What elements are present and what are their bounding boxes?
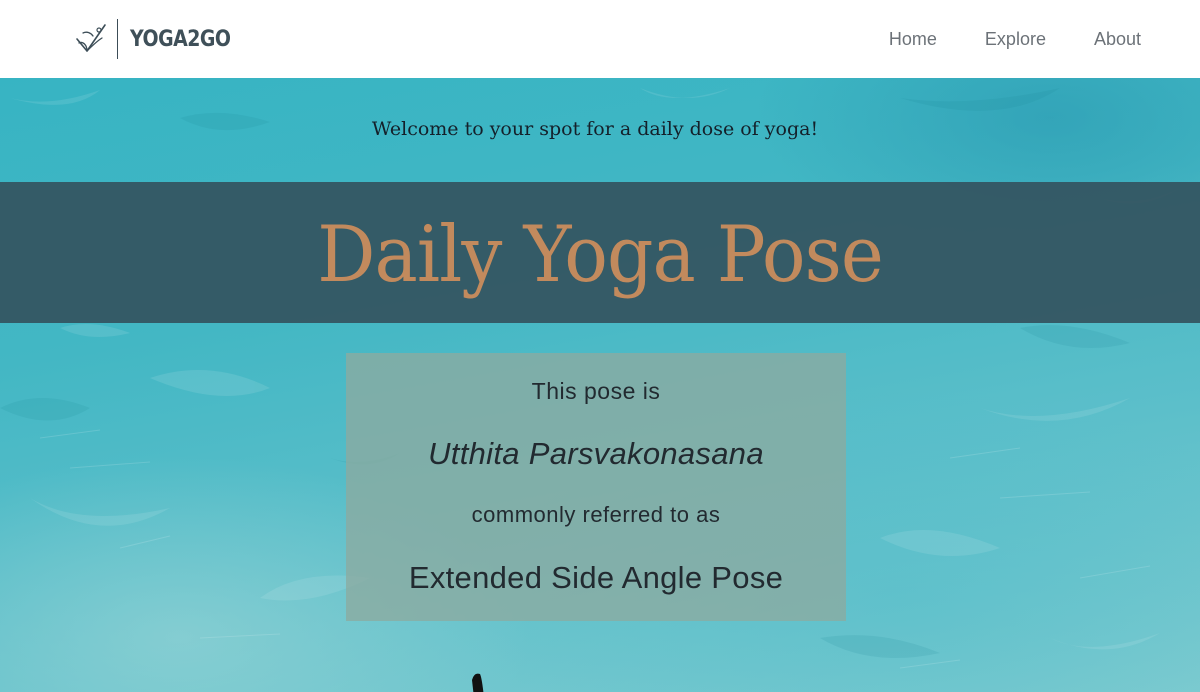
- brand-home-link[interactable]: YOGA2GO: [75, 19, 247, 59]
- nav-link-home[interactable]: Home: [889, 29, 937, 50]
- welcome-message: Welcome to your spot for a daily dose of…: [371, 118, 819, 140]
- pose-english-name: Extended Side Angle Pose: [408, 560, 784, 595]
- pose-sanskrit-name: Utthita Parsvakonasana: [428, 436, 764, 471]
- page-title: Daily Yoga Pose: [317, 209, 884, 300]
- yoga-checkmark-logo-icon: [76, 24, 106, 52]
- pose-common-intro-text: commonly referred to as: [471, 502, 721, 527]
- pose-silhouette-icon: [472, 673, 484, 692]
- hero-section: Welcome to your spot for a daily dose of…: [0, 78, 1200, 692]
- pose-intro-text: This pose is: [531, 378, 661, 404]
- brand-name: YOGA2GO: [130, 26, 231, 52]
- nav-link-explore[interactable]: Explore: [985, 29, 1046, 50]
- brand-divider: [117, 19, 118, 59]
- title-band: Daily Yoga Pose: [0, 182, 1200, 323]
- pose-info-card: This pose is Utthita Parsvakonasana comm…: [346, 353, 846, 621]
- top-navbar: YOGA2GO Home Explore About: [0, 0, 1200, 78]
- nav-link-about[interactable]: About: [1094, 29, 1141, 50]
- main-nav: Home Explore About: [889, 29, 1141, 50]
